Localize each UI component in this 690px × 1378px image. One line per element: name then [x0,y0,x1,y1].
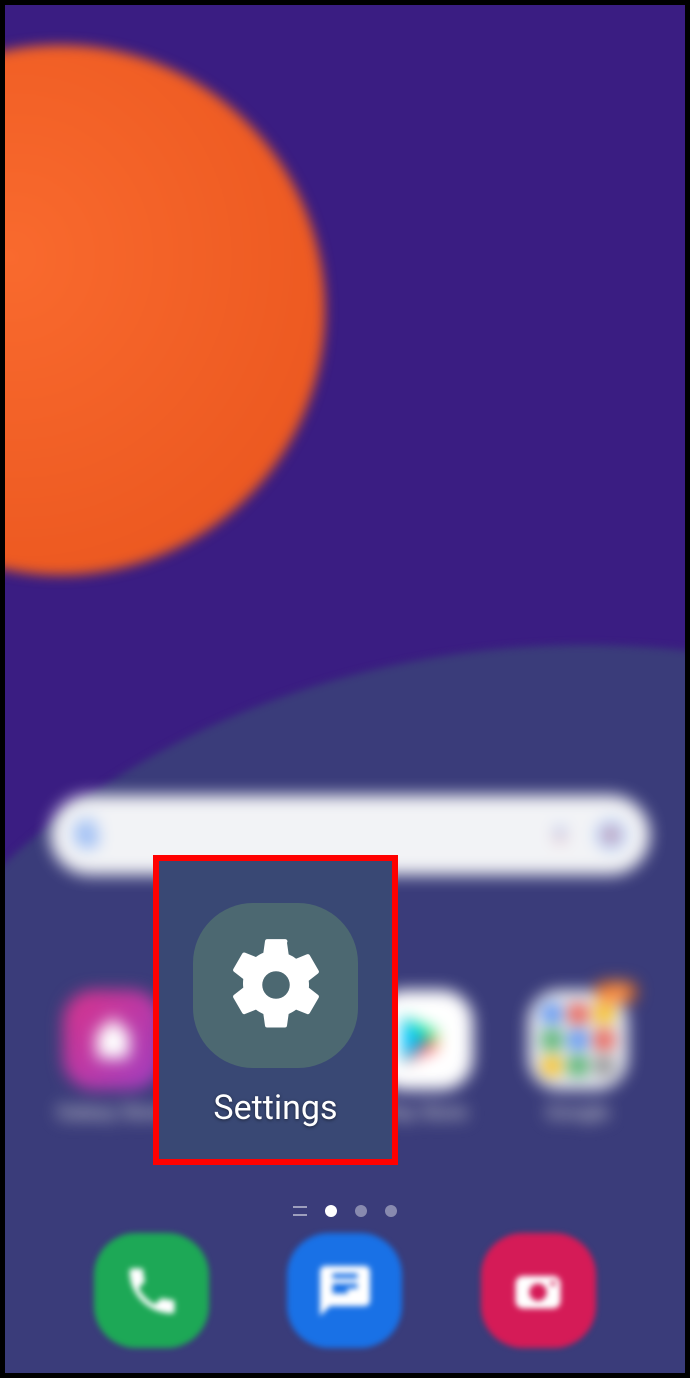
home-screen: G Galaxy Store x [0,0,690,1378]
app-folder-google[interactable]: 128 Google [513,990,643,1124]
dock-messages[interactable] [287,1233,402,1348]
messages-icon [315,1261,375,1321]
app-label: Google [546,1100,609,1124]
page-indicator[interactable] [5,1205,685,1217]
lens-icon[interactable] [597,821,625,849]
dock-camera[interactable] [481,1233,596,1348]
app-settings[interactable] [193,903,358,1068]
dock [5,1233,685,1348]
drawer-indicator-icon [293,1206,307,1216]
google-logo-icon: G [75,815,98,855]
galaxy-store-icon [63,990,163,1090]
page-dot-2[interactable] [355,1205,367,1217]
gear-icon [221,930,331,1040]
highlight-settings: Settings [153,855,398,1165]
page-dot-1[interactable] [325,1205,337,1217]
mic-icon[interactable] [551,821,569,849]
page-dot-3[interactable] [385,1205,397,1217]
wallpaper-sun [0,45,325,575]
app-label: Galaxy Store [57,1100,168,1124]
dock-phone[interactable] [94,1233,209,1348]
google-folder-icon: 128 [528,990,628,1090]
camera-icon [508,1261,568,1321]
settings-label: Settings [213,1088,337,1128]
notification-badge: 128 [596,982,636,1002]
phone-icon [122,1261,182,1321]
